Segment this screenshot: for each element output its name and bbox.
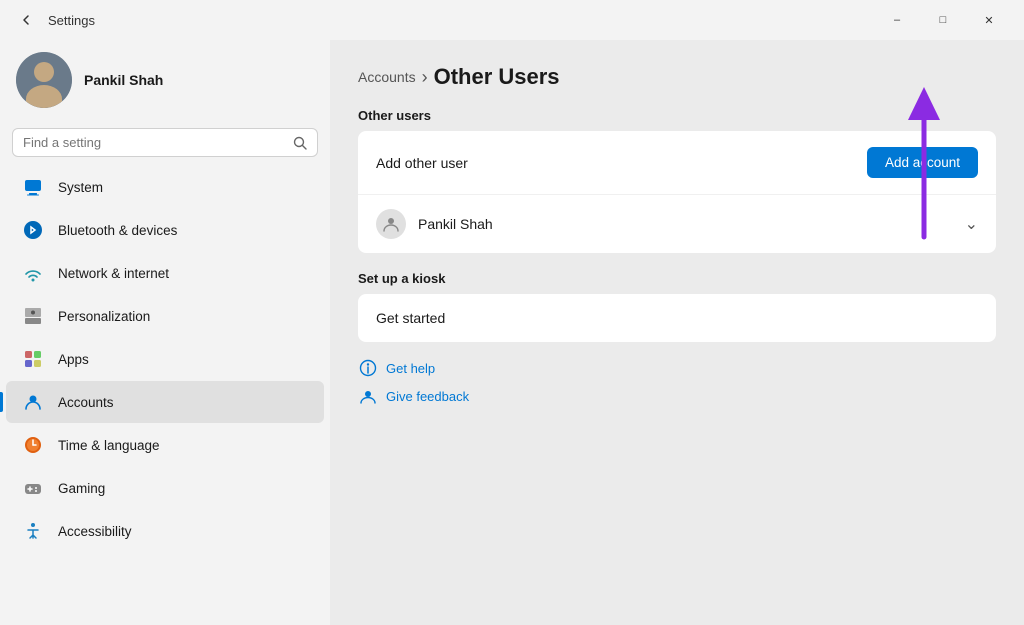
other-users-section-title: Other users bbox=[358, 108, 996, 123]
profile-name: Pankil Shah bbox=[84, 72, 163, 88]
app-title: Settings bbox=[48, 13, 874, 28]
nav-items: System Bluetooth & devices bbox=[0, 165, 330, 617]
user-avatar-icon bbox=[376, 209, 406, 239]
close-button[interactable]: ✕ bbox=[966, 4, 1012, 36]
sidebar-label-accounts: Accounts bbox=[58, 395, 114, 410]
avatar bbox=[16, 52, 72, 108]
sidebar-item-personalization[interactable]: Personalization bbox=[6, 295, 324, 337]
get-started-label: Get started bbox=[376, 310, 445, 326]
time-icon bbox=[22, 434, 44, 456]
breadcrumb-separator: › bbox=[422, 67, 428, 88]
page-title: Other Users bbox=[434, 64, 560, 90]
bluetooth-icon bbox=[22, 219, 44, 241]
sidebar-item-system[interactable]: System bbox=[6, 166, 324, 208]
feedback-icon bbox=[358, 386, 378, 406]
user-profile[interactable]: Pankil Shah bbox=[0, 40, 330, 124]
sidebar-label-personalization: Personalization bbox=[58, 309, 150, 324]
help-icon bbox=[358, 358, 378, 378]
system-icon bbox=[22, 176, 44, 198]
main-layout: Pankil Shah bbox=[0, 40, 1024, 625]
user-row[interactable]: Pankil Shah ⌄ bbox=[358, 195, 996, 253]
sidebar-label-time: Time & language bbox=[58, 438, 160, 453]
other-users-card: Add other user Add account Pankil Shah ⌄ bbox=[358, 131, 996, 253]
chevron-down-icon: ⌄ bbox=[965, 214, 978, 234]
sidebar-item-accessibility[interactable]: Accessibility bbox=[6, 510, 324, 552]
content-area: Accounts › Other Users Other users Add o… bbox=[330, 40, 1024, 625]
accessibility-icon bbox=[22, 520, 44, 542]
get-help-label: Get help bbox=[386, 361, 435, 376]
window-controls: – □ ✕ bbox=[874, 4, 1012, 36]
sidebar-label-gaming: Gaming bbox=[58, 481, 105, 496]
kiosk-card: Get started bbox=[358, 294, 996, 342]
sidebar-item-time[interactable]: Time & language bbox=[6, 424, 324, 466]
sidebar-item-apps[interactable]: Apps bbox=[6, 338, 324, 380]
network-icon bbox=[22, 262, 44, 284]
personalization-icon bbox=[22, 305, 44, 327]
sidebar: Pankil Shah bbox=[0, 40, 330, 625]
breadcrumb-parent: Accounts bbox=[358, 69, 416, 85]
sidebar-label-system: System bbox=[58, 180, 103, 195]
titlebar: Settings – □ ✕ bbox=[0, 0, 1024, 40]
user-name: Pankil Shah bbox=[418, 216, 953, 232]
add-user-row: Add other user Add account bbox=[358, 131, 996, 195]
add-account-button[interactable]: Add account bbox=[867, 147, 978, 178]
search-input[interactable] bbox=[23, 135, 285, 150]
maximize-button[interactable]: □ bbox=[920, 4, 966, 36]
breadcrumb: Accounts › Other Users bbox=[358, 64, 996, 90]
give-feedback-label: Give feedback bbox=[386, 389, 469, 404]
get-started-row[interactable]: Get started bbox=[358, 294, 996, 342]
sidebar-item-bluetooth[interactable]: Bluetooth & devices bbox=[6, 209, 324, 251]
sidebar-label-apps: Apps bbox=[58, 352, 89, 367]
sidebar-label-bluetooth: Bluetooth & devices bbox=[58, 223, 177, 238]
search-box[interactable] bbox=[12, 128, 318, 157]
add-user-label: Add other user bbox=[376, 155, 867, 171]
kiosk-section-title: Set up a kiosk bbox=[358, 271, 996, 286]
minimize-button[interactable]: – bbox=[874, 4, 920, 36]
back-button[interactable] bbox=[12, 6, 40, 34]
sidebar-label-network: Network & internet bbox=[58, 266, 169, 281]
search-icon bbox=[293, 136, 307, 150]
kiosk-section: Set up a kiosk Get started bbox=[358, 271, 996, 342]
footer-links: Get help Give feedback bbox=[358, 358, 996, 406]
apps-icon bbox=[22, 348, 44, 370]
get-help-link[interactable]: Get help bbox=[358, 358, 996, 378]
sidebar-label-accessibility: Accessibility bbox=[58, 524, 132, 539]
sidebar-item-gaming[interactable]: Gaming bbox=[6, 467, 324, 509]
sidebar-item-network[interactable]: Network & internet bbox=[6, 252, 324, 294]
sidebar-item-accounts[interactable]: Accounts bbox=[6, 381, 324, 423]
gaming-icon bbox=[22, 477, 44, 499]
accounts-icon bbox=[22, 391, 44, 413]
give-feedback-link[interactable]: Give feedback bbox=[358, 386, 996, 406]
